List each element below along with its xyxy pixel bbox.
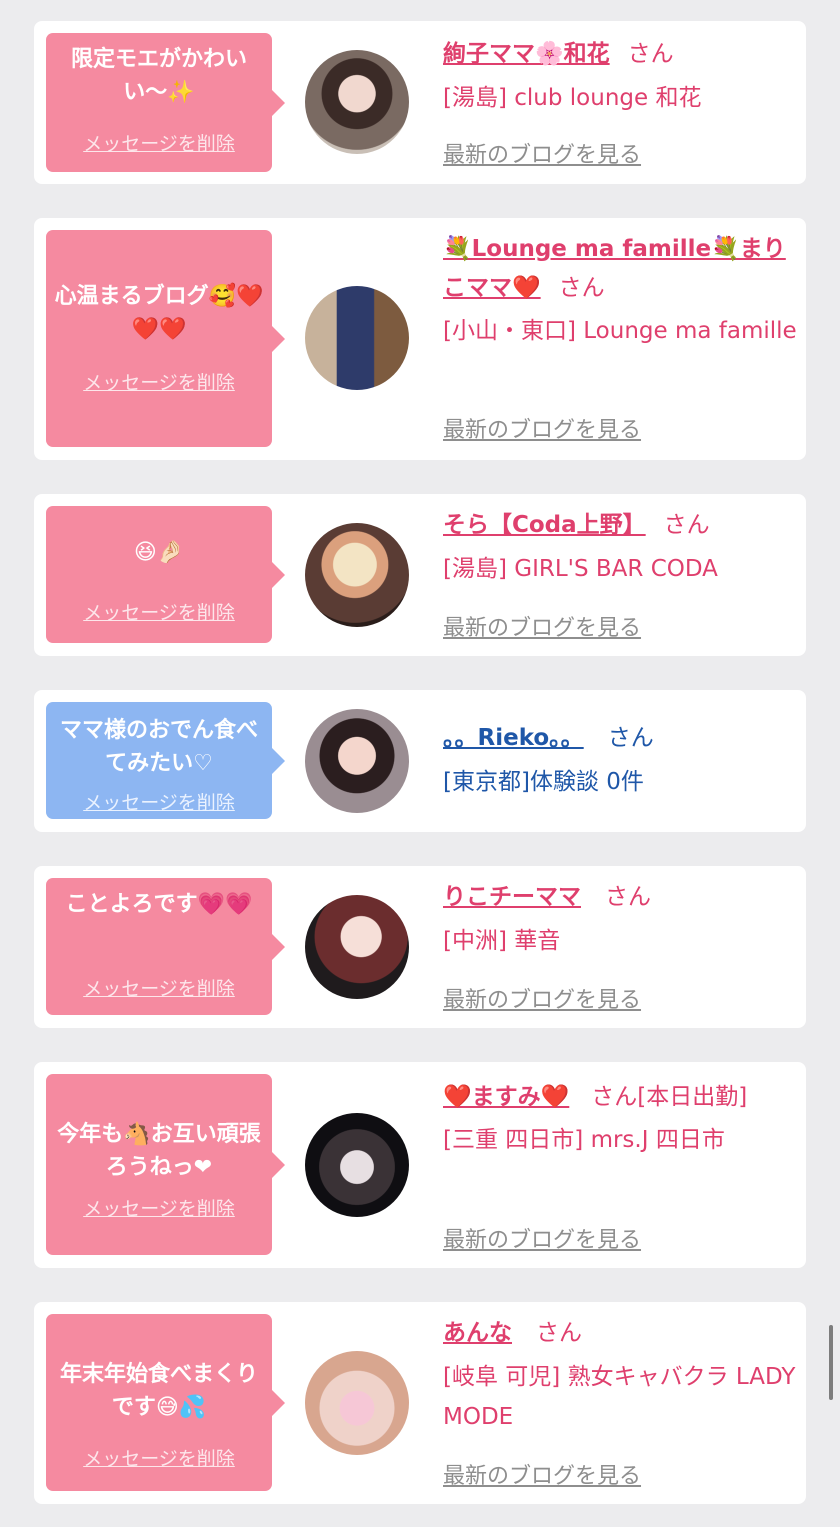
- delete-message-link[interactable]: メッセージを削除: [46, 129, 272, 156]
- avatar[interactable]: [305, 895, 409, 999]
- latest-blog-link[interactable]: 最新のブログを見る: [443, 982, 641, 1014]
- profile-info: ❤️ますみ❤️ さん[本日出勤] [三重 四日市] mrs.J 四日市: [443, 1074, 798, 1160]
- san-label: さん: [663, 512, 710, 538]
- san-label: さん: [591, 1084, 638, 1110]
- profile-name-link[interactable]: 。。Rieko。。: [443, 725, 584, 751]
- message-text: 心温まるブログ🥰❤️❤️❤️: [54, 284, 264, 342]
- shop-label: [湯島] club lounge 和花: [443, 85, 702, 111]
- message-text: 😆🤌🏻: [133, 540, 185, 565]
- message-bubble: ことよろです💗💗 メッセージを削除: [46, 878, 285, 1015]
- latest-blog-link[interactable]: 最新のブログを見る: [443, 1458, 641, 1490]
- message-bubble: ママ様のおでん食べてみたい♡ メッセージを削除: [46, 702, 285, 819]
- profile-info: そら【Coda上野】 さん [湯島] GIRL'S BAR CODA: [443, 506, 798, 589]
- avatar[interactable]: [305, 709, 409, 813]
- avatar[interactable]: [305, 523, 409, 627]
- profile-name-link[interactable]: 絢子ママ🌸和花: [443, 41, 610, 67]
- message-card: ママ様のおでん食べてみたい♡ メッセージを削除 。。Rieko。。 さん [東京都…: [34, 690, 806, 832]
- message-text: 今年も🐴お互い頑張ろうねっ❤︎: [57, 1122, 261, 1180]
- delete-message-link[interactable]: メッセージを削除: [46, 1444, 272, 1471]
- message-bubble: 限定モエがかわいい〜✨ メッセージを削除: [46, 33, 285, 172]
- profile-name-link[interactable]: 💐Lounge ma famille💐まりこママ❤️: [443, 236, 786, 301]
- review-count-label: [東京都]体験談 0件: [443, 769, 644, 795]
- latest-blog-link[interactable]: 最新のブログを見る: [443, 1222, 641, 1254]
- latest-blog-link[interactable]: 最新のブログを見る: [443, 610, 641, 642]
- san-label: さん: [607, 725, 654, 751]
- delete-message-link[interactable]: メッセージを削除: [46, 788, 272, 815]
- on-duty-badge: [本日出勤]: [637, 1084, 748, 1110]
- shop-label: [三重 四日市] mrs.J 四日市: [443, 1127, 725, 1153]
- message-text: ことよろです💗💗: [65, 892, 253, 917]
- profile-info: 💐Lounge ma famille💐まりこママ❤️ さん [小山・東口] Lou…: [443, 230, 798, 351]
- shop-label: [岐阜 可児] 熟女キャバクラ LADY MODE: [443, 1364, 796, 1430]
- message-bubble: 今年も🐴お互い頑張ろうねっ❤︎ メッセージを削除: [46, 1074, 285, 1255]
- shop-label: [中洲] 華音: [443, 928, 561, 954]
- delete-message-link[interactable]: メッセージを削除: [46, 368, 272, 395]
- message-card: 年末年始食べまくりです😅💦 メッセージを削除 あんな さん [岐阜 可児] 熟女キ…: [34, 1302, 806, 1504]
- avatar[interactable]: [305, 1351, 409, 1455]
- profile-info: あんな さん [岐阜 可児] 熟女キャバクラ LADY MODE: [443, 1314, 798, 1437]
- scrollbar[interactable]: [829, 1325, 833, 1400]
- avatar[interactable]: [305, 1113, 409, 1217]
- delete-message-link[interactable]: メッセージを削除: [46, 1194, 272, 1221]
- profile-name-link[interactable]: りこチーママ: [443, 884, 581, 910]
- san-label: さん: [558, 275, 605, 301]
- message-text: 限定モエがかわいい〜✨: [70, 47, 247, 105]
- message-card: 😆🤌🏻 メッセージを削除 そら【Coda上野】 さん [湯島] GIRL'S BA…: [34, 494, 806, 656]
- avatar[interactable]: [305, 286, 409, 390]
- san-label: さん: [627, 41, 674, 67]
- san-label: さん: [536, 1320, 582, 1346]
- delete-message-link[interactable]: メッセージを削除: [46, 598, 272, 625]
- message-card: 心温まるブログ🥰❤️❤️❤️ メッセージを削除 💐Lounge ma famil…: [34, 218, 806, 460]
- profile-info: 。。Rieko。。 さん [東京都]体験談 0件: [443, 719, 798, 802]
- latest-blog-link[interactable]: 最新のブログを見る: [443, 137, 641, 169]
- latest-blog-link[interactable]: 最新のブログを見る: [443, 412, 641, 444]
- message-card: 今年も🐴お互い頑張ろうねっ❤︎ メッセージを削除 ❤️ますみ❤️ さん[本日出勤]…: [34, 1062, 806, 1268]
- profile-name-link[interactable]: あんな: [443, 1320, 512, 1346]
- message-bubble: 😆🤌🏻 メッセージを削除: [46, 506, 285, 643]
- avatar[interactable]: [305, 50, 409, 154]
- shop-label: [小山・東口] Lounge ma famille: [443, 318, 797, 344]
- message-text: ママ様のおでん食べてみたい♡: [59, 718, 258, 776]
- profile-info: 絢子ママ🌸和花 さん [湯島] club lounge 和花: [443, 35, 798, 118]
- message-card: ことよろです💗💗 メッセージを削除 りこチーママ さん [中洲] 華音 最新のブロ…: [34, 866, 806, 1028]
- message-card: 限定モエがかわいい〜✨ メッセージを削除 絢子ママ🌸和花 さん [湯島] club…: [34, 21, 806, 184]
- delete-message-link[interactable]: メッセージを削除: [46, 974, 272, 1001]
- message-text: 年末年始食べまくりです😅💦: [59, 1362, 258, 1420]
- san-label: さん: [605, 884, 651, 910]
- shop-label: [湯島] GIRL'S BAR CODA: [443, 556, 718, 582]
- message-bubble: 年末年始食べまくりです😅💦 メッセージを削除: [46, 1314, 285, 1491]
- message-bubble: 心温まるブログ🥰❤️❤️❤️ メッセージを削除: [46, 230, 285, 447]
- profile-name-link[interactable]: ❤️ますみ❤️: [443, 1084, 569, 1110]
- profile-info: りこチーママ さん [中洲] 華音: [443, 878, 798, 961]
- profile-name-link[interactable]: そら【Coda上野】: [443, 512, 646, 538]
- message-list: 限定モエがかわいい〜✨ メッセージを削除 絢子ママ🌸和花 さん [湯島] club…: [0, 0, 840, 1527]
